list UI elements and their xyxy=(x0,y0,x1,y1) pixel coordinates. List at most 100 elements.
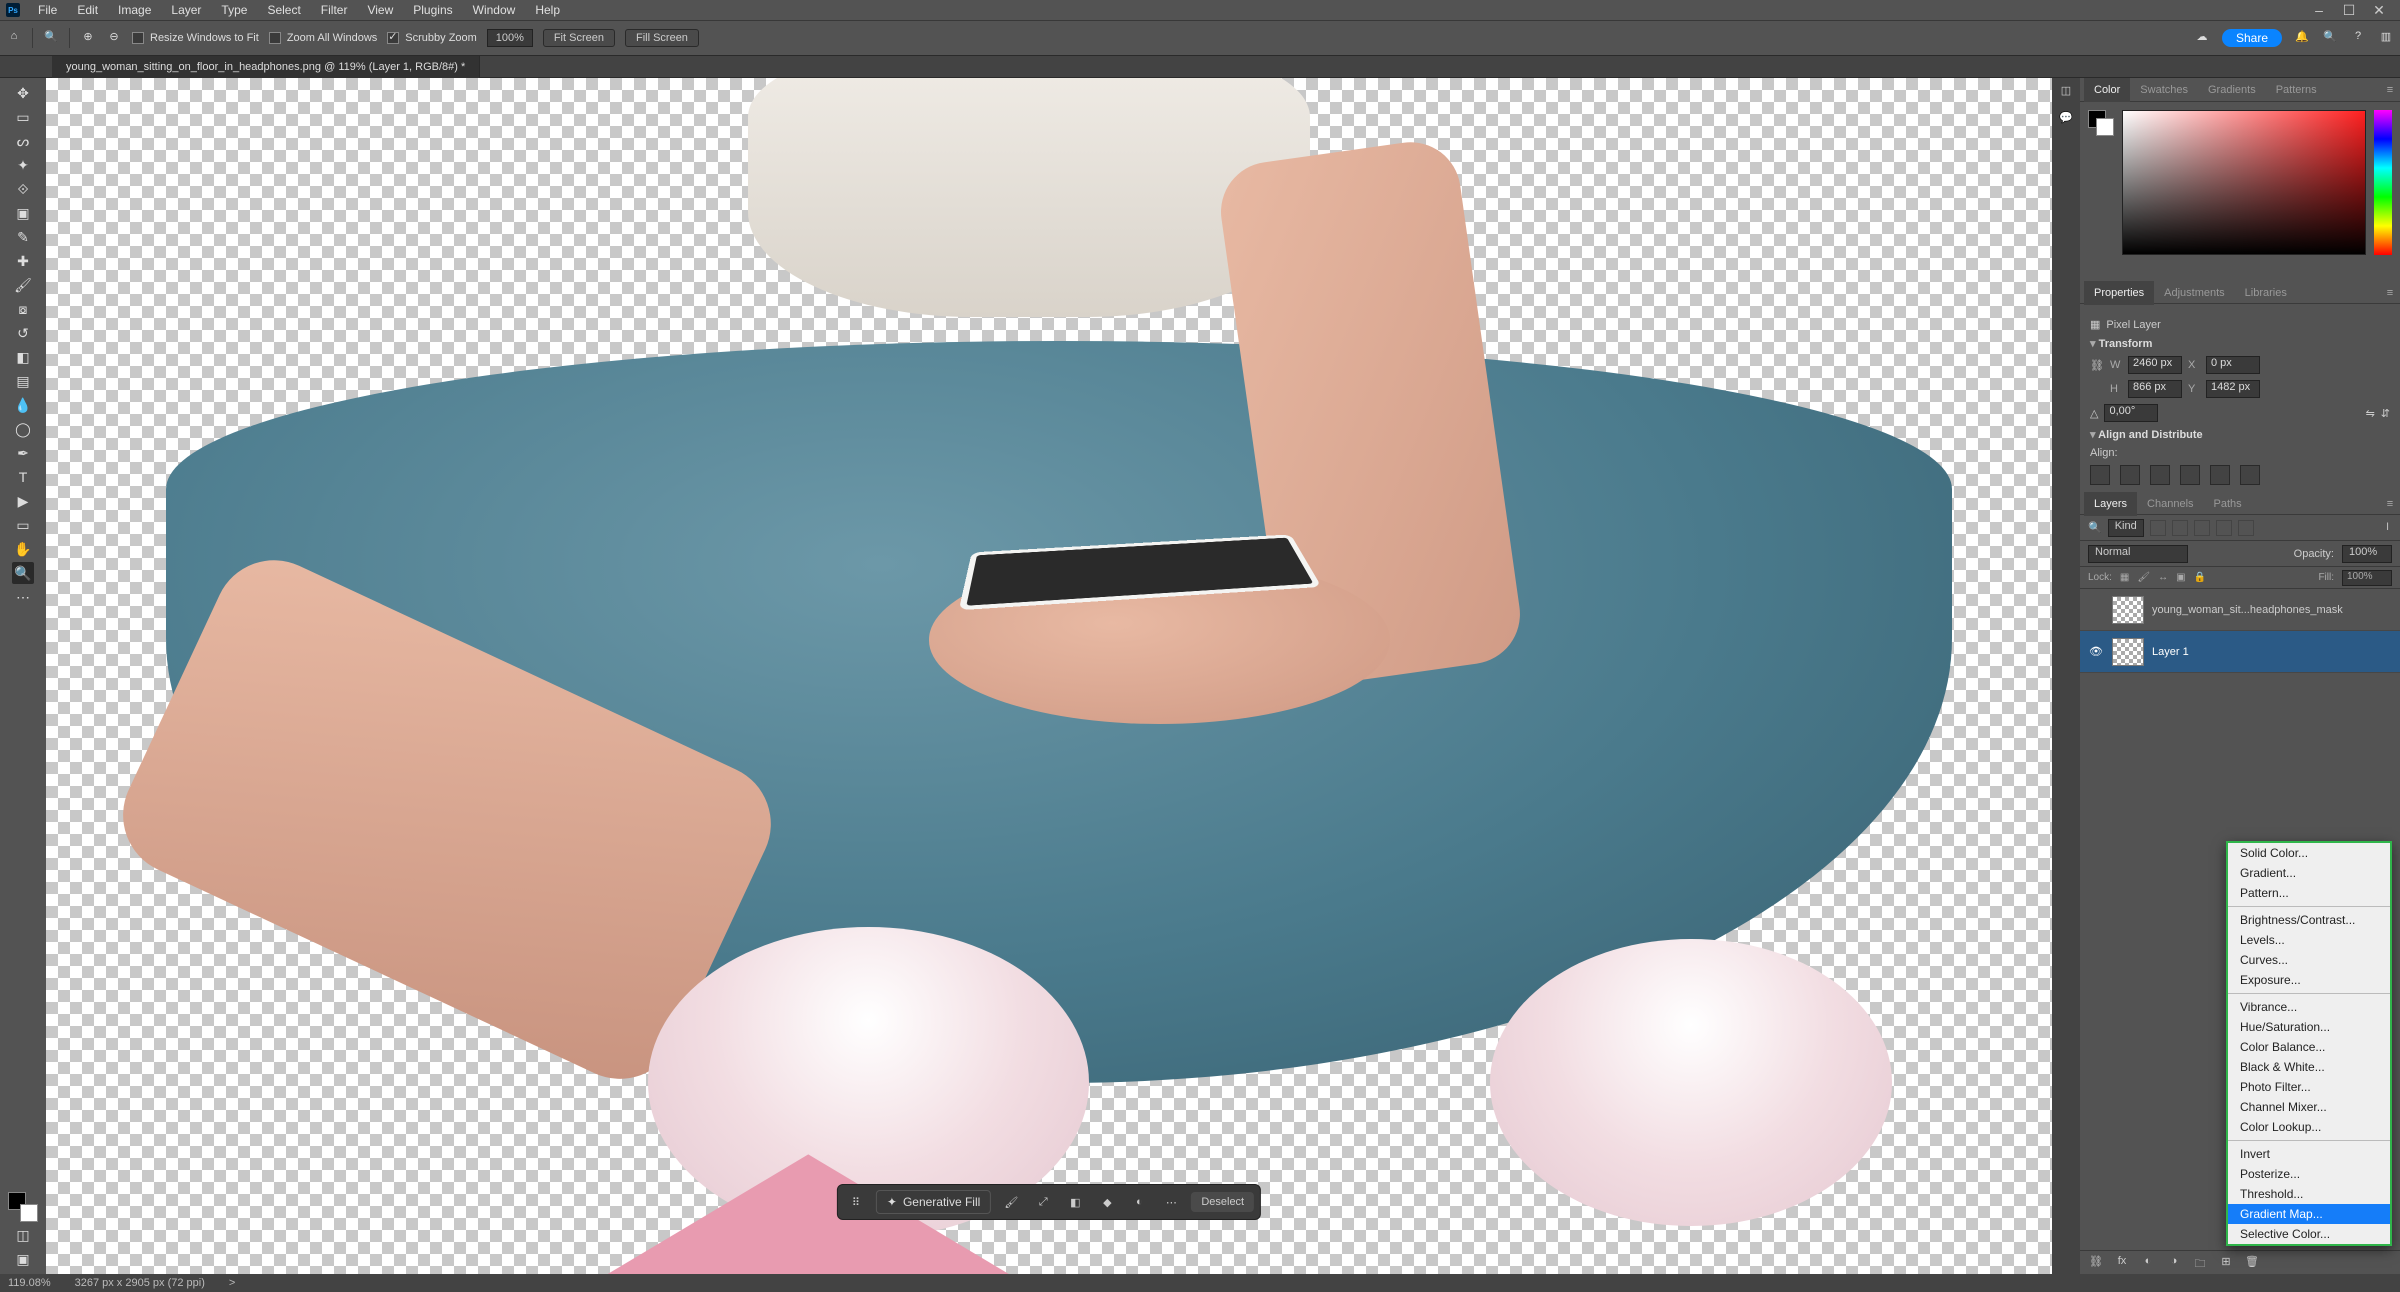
dodge-tool[interactable]: ◯ xyxy=(12,418,34,440)
popup-solid-color[interactable]: Solid Color... xyxy=(2228,843,2390,863)
help-icon[interactable]: ? xyxy=(2350,30,2366,46)
ctx-fill-icon[interactable]: ◆ xyxy=(1095,1190,1119,1214)
layer-mask-icon[interactable]: ◐ xyxy=(2140,1255,2156,1271)
healing-tool[interactable]: ✚ xyxy=(12,250,34,272)
popup-exposure[interactable]: Exposure... xyxy=(2228,970,2390,990)
zoom-percent-field[interactable]: 100% xyxy=(487,29,533,47)
align-left[interactable] xyxy=(2090,465,2110,485)
quickmask-toggle[interactable]: ◫ xyxy=(12,1224,34,1246)
popup-levels[interactable]: Levels... xyxy=(2228,930,2390,950)
menu-type[interactable]: Type xyxy=(211,3,257,17)
fit-screen-button[interactable]: Fit Screen xyxy=(543,29,615,47)
filter-type-icon[interactable] xyxy=(2194,520,2210,536)
scrubby-zoom-checkbox[interactable]: Scrubby Zoom xyxy=(387,32,477,44)
menu-edit[interactable]: Edit xyxy=(67,3,108,17)
lock-paint-icon[interactable]: 🖌 xyxy=(2137,572,2150,583)
new-group-icon[interactable]: 🗀 xyxy=(2192,1255,2208,1271)
layer-thumb-1[interactable] xyxy=(2112,638,2144,666)
flip-v-icon[interactable]: ⇵ xyxy=(2381,407,2390,420)
filter-pixel-icon[interactable] xyxy=(2150,520,2166,536)
marquee-tool[interactable]: ▭ xyxy=(12,106,34,128)
blend-mode-select[interactable]: Normal xyxy=(2088,545,2188,563)
layer-name-0[interactable]: young_woman_sit...headphones_mask xyxy=(2152,604,2343,616)
lock-all-icon[interactable]: 🔒 xyxy=(2194,572,2206,583)
menu-window[interactable]: Window xyxy=(463,3,526,17)
menu-file[interactable]: File xyxy=(28,3,67,17)
ctx-invert-icon[interactable]: ◧ xyxy=(1063,1190,1087,1214)
zoom-out-icon[interactable]: ⊖ xyxy=(106,30,122,46)
popup-color-balance[interactable]: Color Balance... xyxy=(2228,1037,2390,1057)
layers-panel-menu[interactable]: ≡ xyxy=(2380,498,2400,510)
window-maximize[interactable]: ☐ xyxy=(2334,2,2364,19)
collapsed-panel-icon-2[interactable]: 💬 xyxy=(2059,111,2073,124)
height-field[interactable]: 866 px xyxy=(2128,380,2182,398)
document-tab[interactable]: young_woman_sitting_on_floor_in_headphon… xyxy=(52,56,480,78)
canvas-area[interactable]: ⠿ ✦Generative Fill 🖌 ⤢ ◧ ◆ ◐ ⋯ Deselect xyxy=(46,78,2052,1274)
tab-layers[interactable]: Layers xyxy=(2084,492,2137,516)
new-adjustment-layer-icon[interactable]: ◑ xyxy=(2166,1255,2182,1271)
delete-layer-icon[interactable]: 🗑 xyxy=(2244,1255,2260,1271)
popup-pattern[interactable]: Pattern... xyxy=(2228,883,2390,903)
filter-toggle[interactable]: ⏽ xyxy=(2383,521,2392,534)
ctx-mask-icon[interactable]: ◐ xyxy=(1127,1190,1151,1214)
collapsed-panel-icon-1[interactable]: ◫ xyxy=(2061,84,2071,97)
y-field[interactable]: 1482 px xyxy=(2206,380,2260,398)
window-close[interactable]: ✕ xyxy=(2364,2,2394,19)
tab-paths[interactable]: Paths xyxy=(2204,492,2252,516)
move-tool[interactable]: ✥ xyxy=(12,82,34,104)
zoom-in-icon[interactable]: ⊕ xyxy=(80,30,96,46)
popup-black-white[interactable]: Black & White... xyxy=(2228,1057,2390,1077)
workspace-icon[interactable]: ▥ xyxy=(2378,30,2394,46)
lock-nest-icon[interactable]: ▣ xyxy=(2176,572,2185,583)
tab-swatches[interactable]: Swatches xyxy=(2130,78,2198,102)
zoom-tool[interactable]: 🔍 xyxy=(12,562,34,584)
ctx-more-icon[interactable]: ⋯ xyxy=(1159,1190,1183,1214)
popup-hue-saturation[interactable]: Hue/Saturation... xyxy=(2228,1017,2390,1037)
new-layer-icon[interactable]: ⊞ xyxy=(2218,1255,2234,1271)
align-right[interactable] xyxy=(2150,465,2170,485)
popup-invert[interactable]: Invert xyxy=(2228,1144,2390,1164)
panel-color-wells[interactable] xyxy=(2088,110,2114,136)
popup-posterize[interactable]: Posterize... xyxy=(2228,1164,2390,1184)
properties-panel-menu[interactable]: ≡ xyxy=(2380,287,2400,299)
pen-tool[interactable]: ✒ xyxy=(12,442,34,464)
color-field[interactable] xyxy=(2122,110,2366,255)
history-brush-tool[interactable]: ↺ xyxy=(12,322,34,344)
notifications-icon[interactable]: 🔔 xyxy=(2294,30,2310,46)
angle-field[interactable]: 0,00° xyxy=(2104,404,2158,422)
screenmode-toggle[interactable]: ▣ xyxy=(12,1248,34,1270)
brush-tool[interactable]: 🖌 xyxy=(12,274,34,296)
crop-tool[interactable]: ⟐ xyxy=(12,178,34,200)
shape-tool[interactable]: ▭ xyxy=(12,514,34,536)
width-field[interactable]: 2460 px xyxy=(2128,356,2182,374)
tab-adjustments[interactable]: Adjustments xyxy=(2154,281,2235,305)
lock-trans-icon[interactable]: ▦ xyxy=(2120,572,2129,583)
filter-search-icon[interactable]: 🔍 xyxy=(2088,521,2102,534)
menu-image[interactable]: Image xyxy=(108,3,161,17)
hand-tool[interactable]: ✋ xyxy=(12,538,34,560)
popup-vibrance[interactable]: Vibrance... xyxy=(2228,997,2390,1017)
lock-pos-icon[interactable]: ↔ xyxy=(2158,572,2168,583)
layer-fx-icon[interactable]: fx xyxy=(2114,1255,2130,1271)
tab-properties[interactable]: Properties xyxy=(2084,281,2154,305)
deselect-button[interactable]: Deselect xyxy=(1191,1192,1254,1212)
canvas[interactable] xyxy=(46,78,2052,1274)
window-minimize[interactable]: – xyxy=(2304,2,2334,18)
edit-toolbar[interactable]: ⋯ xyxy=(12,586,34,608)
ctx-expand-icon[interactable]: ⤢ xyxy=(1031,1190,1055,1214)
generative-fill-button[interactable]: ✦Generative Fill xyxy=(876,1190,991,1214)
menu-help[interactable]: Help xyxy=(525,3,570,17)
menu-layer[interactable]: Layer xyxy=(161,3,211,17)
layer-name-1[interactable]: Layer 1 xyxy=(2152,646,2189,658)
popup-gradient-map[interactable]: Gradient Map... xyxy=(2228,1204,2390,1224)
hue-slider[interactable] xyxy=(2374,110,2392,255)
eraser-tool[interactable]: ◧ xyxy=(12,346,34,368)
zoom-tool-icon[interactable]: 🔍 xyxy=(43,30,59,46)
tab-color[interactable]: Color xyxy=(2084,78,2130,102)
popup-brightness-contrast[interactable]: Brightness/Contrast... xyxy=(2228,910,2390,930)
link-layers-icon[interactable]: ⛓ xyxy=(2088,1255,2104,1271)
menu-view[interactable]: View xyxy=(357,3,403,17)
status-arrow[interactable]: > xyxy=(229,1277,235,1289)
fill-screen-button[interactable]: Fill Screen xyxy=(625,29,699,47)
blur-tool[interactable]: 💧 xyxy=(12,394,34,416)
